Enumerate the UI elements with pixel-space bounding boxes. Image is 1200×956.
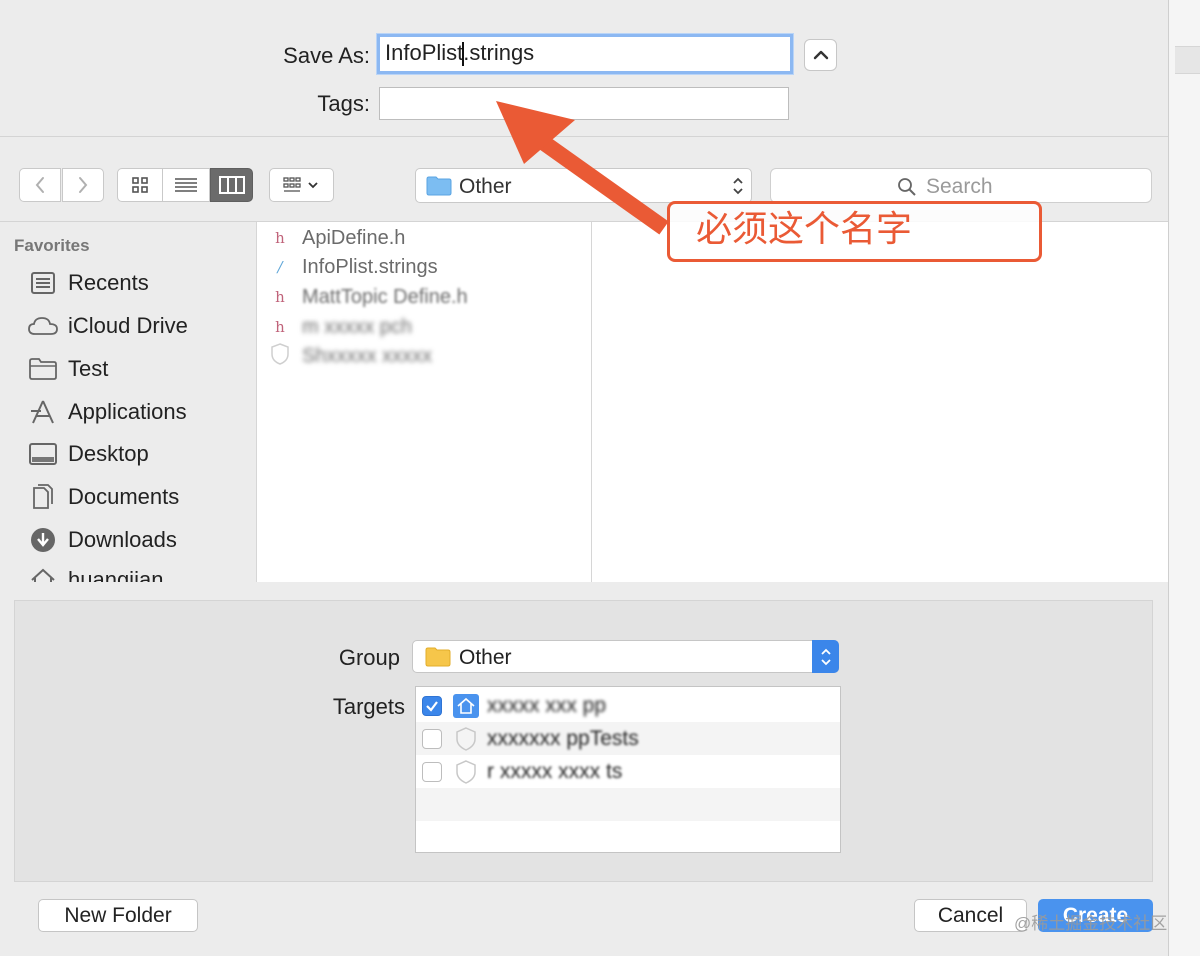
annotation-arrow — [496, 101, 669, 235]
annotation-text: 必须这个名字 — [696, 209, 913, 250]
watermark: @稀土掘金技术社区 — [1014, 914, 1168, 933]
